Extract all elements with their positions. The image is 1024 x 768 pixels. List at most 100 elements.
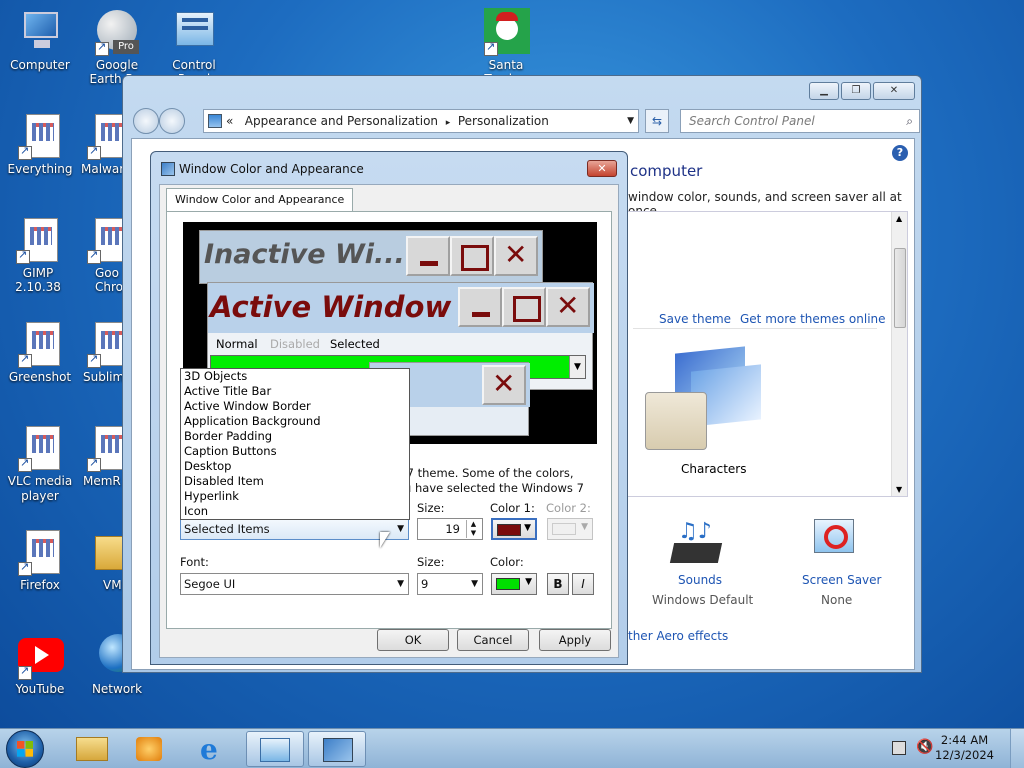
tray-clock[interactable]: 2:44 AM 12/3/2024 bbox=[935, 733, 994, 763]
dropdown-option[interactable]: Desktop bbox=[181, 459, 409, 474]
italic-button[interactable]: I bbox=[572, 573, 594, 595]
taskbar-control-panel[interactable] bbox=[246, 731, 304, 767]
action-center-icon[interactable] bbox=[892, 741, 906, 755]
sounds-link[interactable]: Sounds bbox=[678, 573, 722, 587]
desktop-icon-gimp[interactable]: GIMP 2.10.38 bbox=[0, 216, 76, 294]
chevron-down-icon[interactable]: ▼ bbox=[525, 577, 532, 587]
back-button[interactable] bbox=[133, 108, 159, 134]
dropdown-option[interactable]: Active Title Bar bbox=[181, 384, 409, 399]
desktop-icon-label: Firefox bbox=[20, 578, 60, 592]
document-icon bbox=[16, 112, 64, 160]
dropdown-option[interactable]: Border Padding bbox=[181, 429, 409, 444]
desktop-icon-label: VLC media player bbox=[7, 474, 73, 503]
save-theme-link[interactable]: Save theme bbox=[659, 312, 731, 326]
dialog-close-button[interactable]: ✕ bbox=[587, 160, 617, 177]
chevron-down-icon[interactable]: ▼ bbox=[471, 574, 478, 594]
search-input[interactable]: Search Control Panel ⌕ bbox=[680, 109, 920, 133]
chevron-down-icon[interactable]: ▼ bbox=[397, 519, 404, 539]
get-more-themes-link[interactable]: Get more themes online bbox=[740, 312, 886, 326]
dropdown-option[interactable]: Hyperlink bbox=[181, 489, 409, 504]
desktop-icon-greenshot[interactable]: Greenshot bbox=[2, 320, 78, 384]
desktop-icon-computer[interactable]: Computer bbox=[2, 8, 78, 72]
info-line: ou have selected the Windows 7 bbox=[397, 481, 584, 495]
bold-button[interactable]: B bbox=[547, 573, 569, 595]
desktop-icon-everything[interactable]: Everything bbox=[2, 112, 78, 176]
search-icon[interactable]: ⌕ bbox=[906, 110, 913, 132]
start-button[interactable] bbox=[6, 730, 44, 768]
help-icon[interactable]: ? bbox=[892, 145, 908, 161]
desktop-icon-google-chrome[interactable]: Goo Chro bbox=[79, 216, 125, 294]
shortcut-arrow-icon bbox=[16, 248, 30, 264]
refresh-icon[interactable]: ⇆ bbox=[645, 109, 669, 133]
dropdown-option[interactable]: Caption Buttons bbox=[181, 444, 409, 459]
breadcrumb[interactable]: « Appearance and Personalization ▸ Perso… bbox=[203, 109, 639, 133]
volume-muted-icon[interactable]: 🔇 bbox=[916, 739, 933, 755]
address-bar: « Appearance and Personalization ▸ Perso… bbox=[131, 106, 920, 136]
folder-icon bbox=[85, 528, 125, 576]
dropdown-option[interactable]: Active Window Border bbox=[181, 399, 409, 414]
apply-button[interactable]: Apply bbox=[539, 629, 611, 651]
theme-list-scrollbar[interactable]: ▲ ▼ bbox=[891, 212, 907, 496]
ok-button[interactable]: OK bbox=[377, 629, 449, 651]
preview-maximize-icon bbox=[450, 236, 494, 276]
sounds-icon[interactable]: ♫♪ bbox=[669, 519, 726, 569]
chevron-down-icon[interactable]: ▼ bbox=[627, 110, 634, 132]
stepper-arrows-icon[interactable]: ▲ ▼ bbox=[466, 520, 480, 538]
santa-icon bbox=[482, 8, 530, 56]
desktop-icon-vm-folder[interactable]: VM bbox=[79, 528, 125, 592]
chevron-down-icon[interactable]: ▼ bbox=[397, 574, 404, 594]
preview-minimize-icon bbox=[406, 236, 450, 276]
scrollbar-thumb[interactable] bbox=[894, 248, 906, 328]
show-desktop-button[interactable] bbox=[1010, 729, 1024, 768]
item-dropdown-list[interactable]: 3D Objects Active Title Bar Active Windo… bbox=[180, 368, 410, 520]
item-select[interactable]: Selected Items ▼ bbox=[180, 518, 409, 540]
desktop-icon-youtube[interactable]: YouTube bbox=[2, 632, 78, 696]
document-icon bbox=[14, 216, 62, 264]
preview-minimize-icon bbox=[458, 287, 502, 327]
shortcut-arrow-icon bbox=[18, 352, 32, 368]
close-button[interactable]: ✕ bbox=[873, 82, 915, 100]
desktop-icon-sublime[interactable]: Sublim bbox=[79, 320, 125, 384]
dropdown-option[interactable]: Disabled Item bbox=[181, 474, 409, 489]
font-size-select[interactable]: 9 ▼ bbox=[417, 573, 483, 595]
dropdown-option[interactable]: Application Background bbox=[181, 414, 409, 429]
font-color-picker[interactable]: ▼ bbox=[491, 573, 537, 595]
item-size-stepper[interactable]: 19 ▲ ▼ bbox=[417, 518, 483, 540]
minimize-button[interactable]: ▁ bbox=[809, 82, 839, 100]
desktop-icon-memreduct[interactable]: MemR bbox=[79, 424, 125, 488]
taskbar-explorer[interactable] bbox=[62, 731, 120, 767]
screen-saver-link[interactable]: Screen Saver bbox=[802, 573, 881, 587]
control-panel-icon bbox=[170, 8, 218, 56]
color2-picker: ▼ bbox=[547, 518, 593, 540]
breadcrumb-personalization[interactable]: Personalization bbox=[458, 114, 549, 128]
internet-explorer-icon: e bbox=[200, 733, 218, 766]
font-select[interactable]: Segoe UI ▼ bbox=[180, 573, 409, 595]
desktop-icon-firefox[interactable]: Firefox bbox=[2, 528, 78, 592]
taskbar-internet-explorer[interactable]: e bbox=[186, 731, 244, 767]
cancel-button[interactable]: Cancel bbox=[457, 629, 529, 651]
characters-theme-thumbnail[interactable] bbox=[645, 342, 761, 452]
forward-button[interactable] bbox=[159, 108, 185, 134]
breadcrumb-appearance[interactable]: Appearance and Personalization bbox=[245, 114, 438, 128]
maximize-button[interactable]: ❐ bbox=[841, 82, 871, 100]
shortcut-arrow-icon bbox=[18, 144, 32, 160]
desktop-icon-malware[interactable]: Malware bbox=[79, 112, 125, 176]
aero-effects-link[interactable]: ther Aero effects bbox=[628, 629, 728, 643]
color1-picker[interactable]: ▼ bbox=[491, 518, 537, 540]
breadcrumb-overflow[interactable]: « bbox=[226, 114, 233, 128]
divider bbox=[633, 328, 877, 329]
dropdown-option[interactable]: Icon bbox=[181, 504, 409, 519]
shortcut-arrow-icon bbox=[18, 456, 32, 472]
dropdown-option[interactable]: 3D Objects bbox=[181, 369, 409, 384]
desktop-icon-vlc[interactable]: VLC media player bbox=[2, 424, 78, 504]
tab-window-color[interactable]: Window Color and Appearance bbox=[166, 188, 354, 212]
preview-inactive-window: Inactive Wi... bbox=[199, 230, 543, 284]
dialog-title: Window Color and Appearance bbox=[179, 162, 364, 176]
screen-saver-icon[interactable] bbox=[812, 515, 866, 565]
taskbar-media-player[interactable] bbox=[120, 731, 178, 767]
chevron-down-icon[interactable]: ▼ bbox=[524, 523, 531, 533]
item-size-label: Size: bbox=[417, 501, 445, 515]
preview-inactive-title: Inactive Wi... bbox=[204, 239, 405, 270]
breadcrumb-separator[interactable]: ▸ bbox=[446, 118, 451, 128]
taskbar-window-color[interactable] bbox=[308, 731, 366, 767]
